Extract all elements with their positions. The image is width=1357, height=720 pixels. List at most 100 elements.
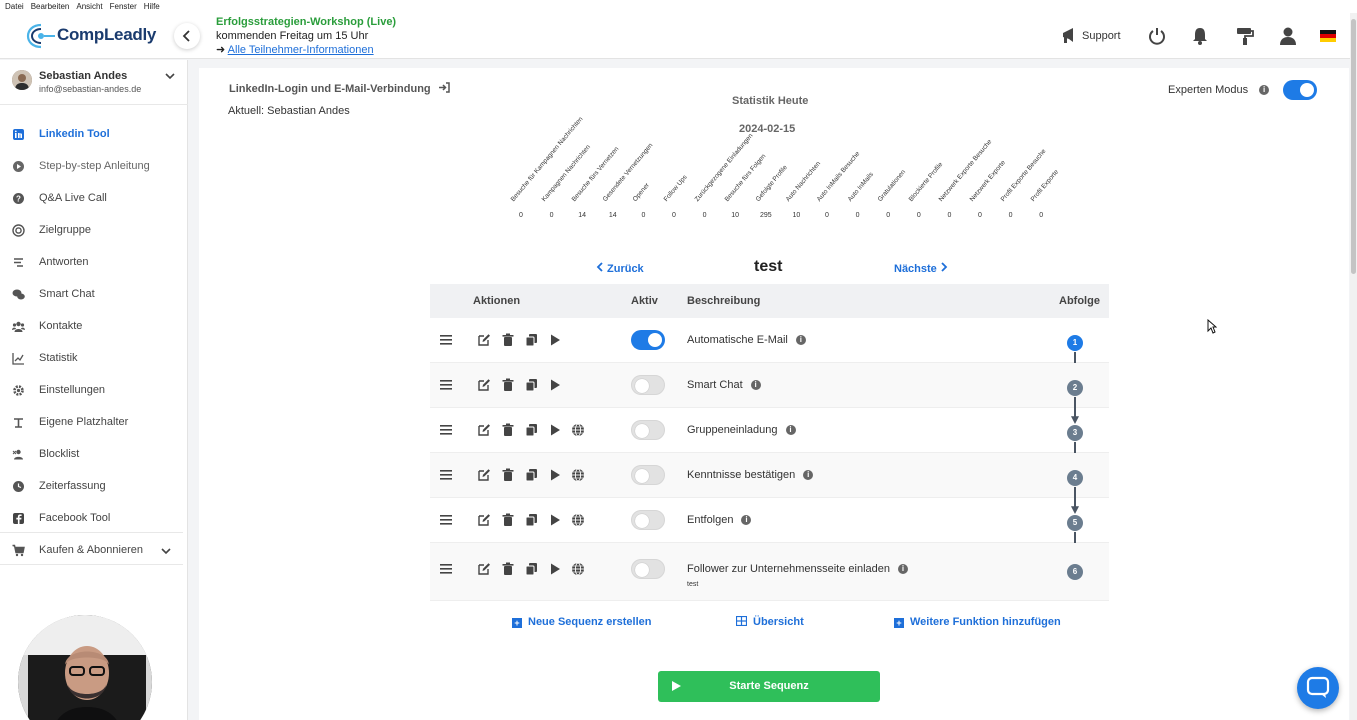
sidebar-item-step-by-step-anleitung[interactable]: Step-by-step Anleitung [0,152,188,182]
copy-icon[interactable] [525,468,539,482]
divider [0,564,183,565]
step-number: 2 [1067,380,1083,396]
row-active-toggle[interactable] [631,559,665,579]
sidebar-item-facebook-tool[interactable]: Facebook Tool [0,504,188,534]
copy-icon[interactable] [525,378,539,392]
add-function-button[interactable]: + Weitere Funktion hinzufügen [894,616,1061,628]
chat-bubble-icon [1306,676,1330,698]
support-label[interactable]: Support [1082,30,1121,42]
sidebar-item-linkedin-tool[interactable]: Linkedin Tool [0,120,188,150]
row-active-toggle[interactable] [631,375,665,395]
chat-widget-button[interactable] [1297,667,1339,709]
trash-icon[interactable] [501,423,515,437]
globe-icon[interactable] [571,423,585,437]
sidebar-item-q-a-live-call[interactable]: ? Q&A Live Call [0,184,188,214]
power-icon [1149,28,1165,45]
play-icon[interactable] [548,562,562,576]
sidebar-item-antworten[interactable]: Antworten [0,248,188,278]
previous-sequence-button[interactable]: Zurück [596,262,644,275]
trash-icon[interactable] [501,562,515,576]
edit-icon[interactable] [477,562,491,576]
sidebar-item-zielgruppe[interactable]: Zielgruppe [0,216,188,246]
copy-icon[interactable] [525,513,539,527]
menu-item-hilfe[interactable]: Hilfe [144,2,160,11]
row-active-toggle[interactable] [631,465,665,485]
trash-icon[interactable] [501,333,515,347]
copy-icon[interactable] [525,333,539,347]
logo[interactable]: CompLeadly [25,22,156,50]
drag-handle-icon[interactable] [440,515,452,525]
scrollbar-thumb[interactable] [1351,19,1356,274]
drag-handle-icon[interactable] [440,470,452,480]
info-icon[interactable]: i [898,564,908,575]
step-number: 4 [1067,470,1083,486]
row-active-toggle[interactable] [631,510,665,530]
info-icon[interactable]: i [795,335,806,346]
info-icon[interactable]: i [803,470,814,481]
drag-handle-icon[interactable] [440,425,452,435]
question-icon: ? [13,193,24,204]
menu-item-fenster[interactable]: Fenster [110,2,137,11]
bell-icon [1193,28,1207,45]
copy-icon[interactable] [525,562,539,576]
play-icon[interactable] [548,513,562,527]
menu-item-ansicht[interactable]: Ansicht [76,2,102,11]
info-icon[interactable]: i [785,425,796,436]
profile-button[interactable] [1278,26,1298,46]
menu-item-bearbeiten[interactable]: Bearbeiten [31,2,70,11]
start-sequence-button[interactable]: Starte Sequenz [658,671,880,702]
trash-icon[interactable] [501,513,515,527]
copy-icon[interactable] [525,423,539,437]
new-sequence-button[interactable]: + Neue Sequenz erstellen [512,616,652,628]
row-active-toggle[interactable] [631,420,665,440]
stat-value: 0 [916,212,921,219]
sidebar-item-blocklist[interactable]: Blocklist [0,440,188,470]
play-icon[interactable] [548,378,562,392]
globe-icon[interactable] [571,562,585,576]
linkedin-login-link[interactable]: LinkedIn-Login und E-Mail-Verbindung [229,82,450,95]
power-button[interactable] [1147,26,1167,46]
play-icon[interactable] [548,423,562,437]
edit-icon[interactable] [477,333,491,347]
sidebar-item-einstellungen[interactable]: Einstellungen [0,376,188,406]
play-icon[interactable] [548,468,562,482]
notifications-button[interactable] [1190,26,1210,46]
trash-icon[interactable] [501,378,515,392]
collapse-sidebar-button[interactable] [174,23,200,49]
info-icon[interactable]: i [1259,85,1270,96]
play-icon[interactable] [548,333,562,347]
edit-icon[interactable] [477,468,491,482]
sidebar-item-zeiterfassung[interactable]: Zeiterfassung [0,472,188,502]
globe-icon[interactable] [571,468,585,482]
page-scrollbar[interactable] [1350,13,1357,720]
support-button[interactable] [1059,26,1079,46]
sidebar-item-smart-chat[interactable]: Smart Chat [0,280,188,310]
drag-handle-icon[interactable] [440,380,452,390]
info-icon[interactable]: i [750,380,761,391]
stat-label: Gratulationen [876,168,908,203]
sidebar-item-eigene-platzhalter[interactable]: Eigene Platzhalter [0,408,188,438]
overview-button[interactable]: Übersicht [735,615,804,628]
user-menu[interactable]: Sebastian Andes info@sebastian-andes.de [12,68,182,100]
info-icon[interactable]: i [741,515,752,526]
edit-icon[interactable] [477,513,491,527]
sidebar-item-statistik[interactable]: Statistik [0,344,188,374]
theme-button[interactable] [1235,26,1255,46]
sidebar-item-kontakte[interactable]: Kontakte [0,312,188,342]
menu-item-datei[interactable]: Datei [5,2,24,11]
row-active-toggle[interactable] [631,330,665,350]
trash-icon[interactable] [501,468,515,482]
drag-handle-icon[interactable] [440,564,452,574]
next-sequence-button[interactable]: Nächste [894,262,948,275]
edit-icon[interactable] [477,423,491,437]
expert-mode-toggle[interactable] [1283,80,1317,100]
sidebar-item-label: Q&A Live Call [39,192,107,204]
globe-icon[interactable] [571,513,585,527]
sidebar-item-kaufen-abonnieren[interactable]: Kaufen & Abonnieren [0,536,188,566]
drag-handle-icon[interactable] [440,335,452,345]
stat-value: 0 [855,212,860,219]
row-description: Follower zur Unternehmensseite einladen [687,563,890,575]
workshop-info-link[interactable]: Alle Teilnehmer-Informationen [228,44,374,56]
language-button[interactable] [1320,29,1340,43]
edit-icon[interactable] [477,378,491,392]
